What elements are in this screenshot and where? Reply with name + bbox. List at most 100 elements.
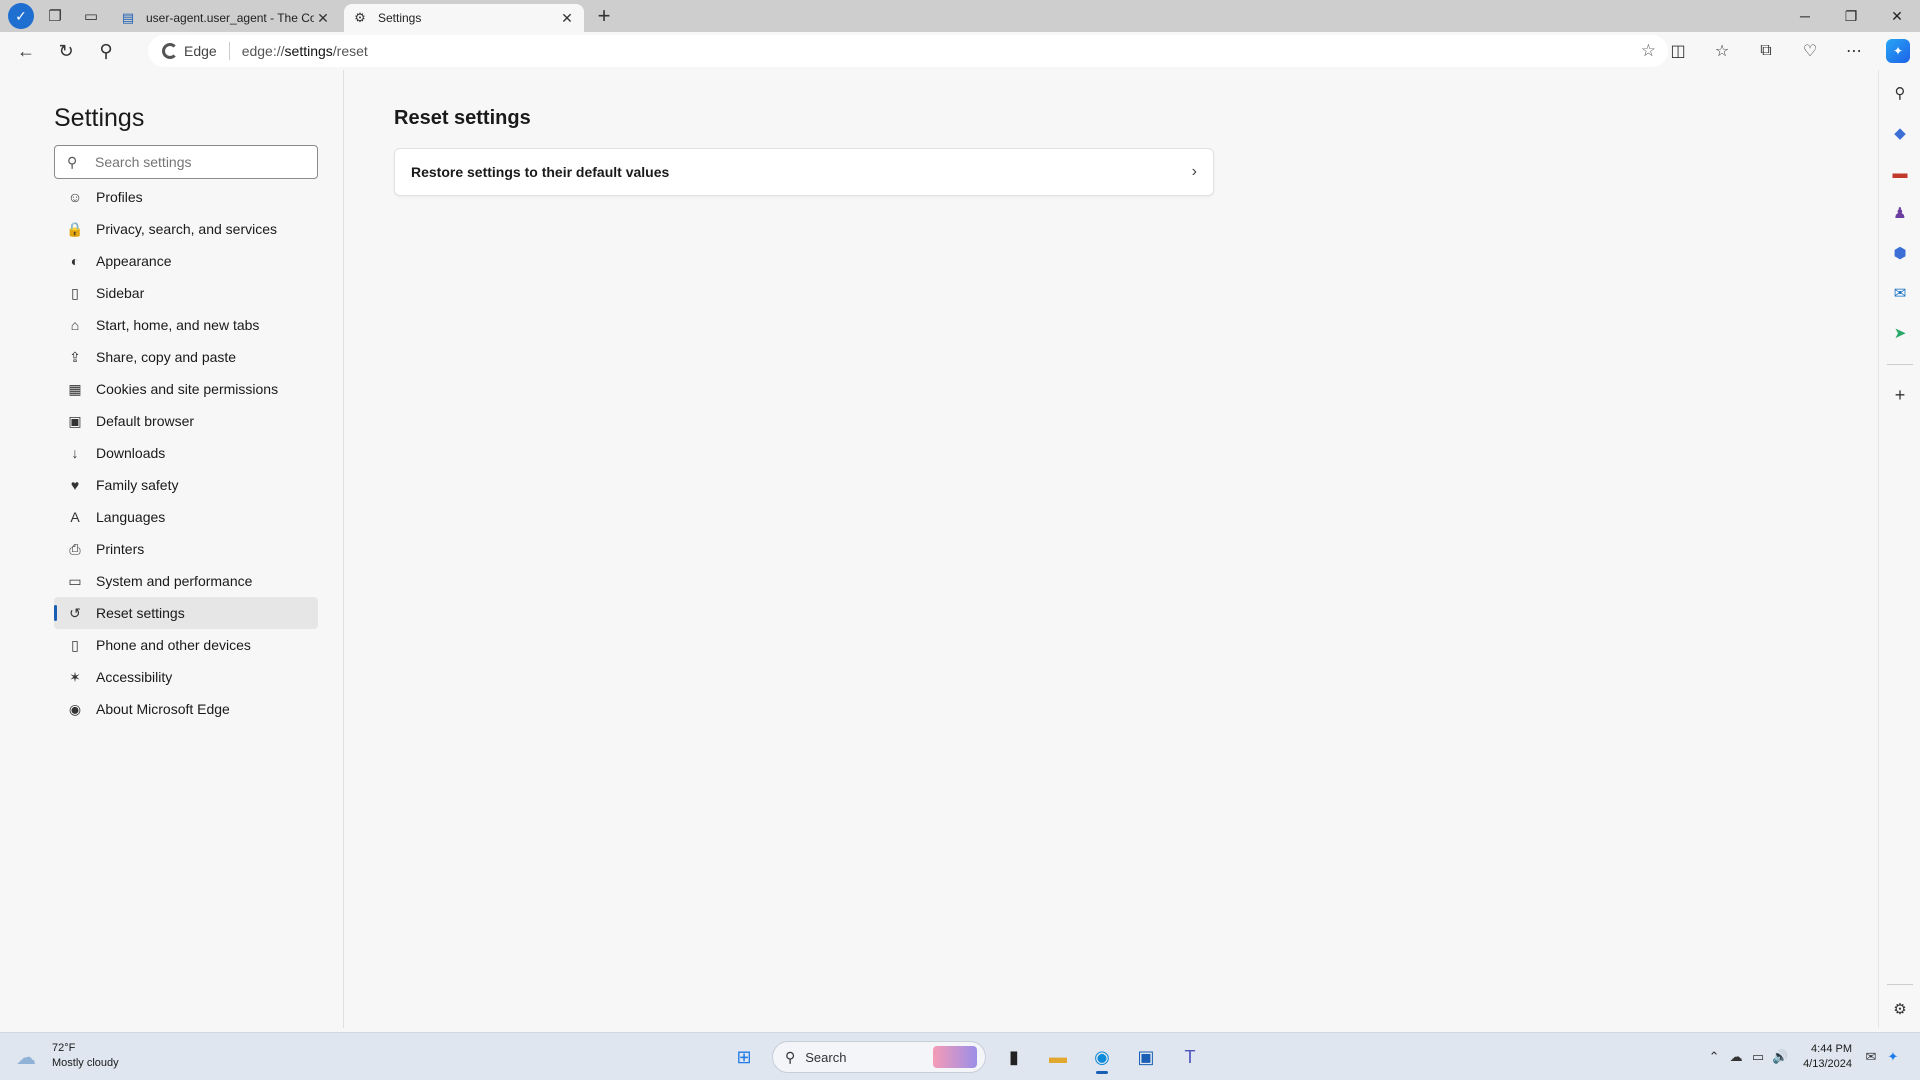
search-settings-field[interactable]: ⚲ xyxy=(54,145,318,179)
file-explorer-icon[interactable]: ▬ xyxy=(1038,1039,1078,1075)
sidebar-divider xyxy=(1887,364,1913,365)
search-settings-input[interactable] xyxy=(95,154,317,170)
copilot-icon[interactable]: ✦ xyxy=(1886,39,1910,63)
volume-icon[interactable]: 🔊 xyxy=(1769,1049,1791,1065)
more-options-icon[interactable]: ⋯ xyxy=(1832,35,1876,67)
microsoft-365-icon[interactable]: ⬢ xyxy=(1887,240,1913,266)
taskbar-search[interactable]: ⚲ Search xyxy=(772,1041,986,1073)
sidebar-icon: ▯ xyxy=(71,284,79,301)
address-bar[interactable]: Edge edge://settings/reset ☆ xyxy=(148,35,1668,67)
drop-icon[interactable]: ➤ xyxy=(1887,320,1913,346)
chevron-up-icon[interactable]: ⌃ xyxy=(1703,1049,1725,1065)
sidebar-item-printers[interactable]: ⎙ Printers xyxy=(54,533,318,565)
search-icon: ⚲ xyxy=(67,153,78,170)
sidebar-item-default-browser[interactable]: ▣ Default browser xyxy=(54,405,318,437)
sidebar-item-sidebar[interactable]: ▯ Sidebar xyxy=(54,277,318,309)
clock-date: 4/13/2024 xyxy=(1803,1058,1852,1070)
windows-taskbar: ☁ 72°F Mostly cloudy ⊞ ⚲ Search ▮ ▬ ◉ ▣ … xyxy=(0,1032,1920,1080)
settings-sidebar: Settings ⚲ ☺ Profiles 🔒 Privacy, search, an… xyxy=(4,70,344,1028)
sidebar-item-reset-settings[interactable]: ↺ Reset settings xyxy=(54,597,318,629)
browser-toolbar: ← ↻ ⚲ Edge edge://settings/reset ☆ ◫ ☆ ⧉… xyxy=(0,32,1920,70)
sidebar-item-label: About Microsoft Edge xyxy=(96,701,230,717)
lock-icon: 🔒 xyxy=(66,220,84,237)
edge-taskbar-icon[interactable]: ◉ xyxy=(1082,1039,1122,1075)
games-icon[interactable]: ♟ xyxy=(1887,200,1913,226)
shopping-tag-icon[interactable]: ◆ xyxy=(1887,120,1913,146)
restore-defaults-row[interactable]: Restore settings to their default values… xyxy=(394,148,1214,196)
clock-time: 4:44 PM xyxy=(1811,1043,1852,1055)
sidebar-item-share-copy-and-paste[interactable]: ⇪ Share, copy and paste xyxy=(54,341,318,373)
microsoft-store-icon[interactable]: ▣ xyxy=(1126,1039,1166,1075)
weather-desc: Mostly cloudy xyxy=(52,1057,119,1069)
favorites-icon[interactable]: ☆ xyxy=(1700,35,1744,67)
tab-settings[interactable]: ⚙ Settings ✕ xyxy=(344,4,584,32)
edge-chip-label: Edge xyxy=(184,43,217,59)
sidebar-item-phone-and-other-devices[interactable]: ▯ Phone and other devices xyxy=(54,629,318,661)
accessibility-icon: ✶ xyxy=(69,668,81,685)
sidebar-item-cookies-and-site-permissions[interactable]: ▦ Cookies and site permissions xyxy=(54,373,318,405)
edge-logo-icon: ◉ xyxy=(68,700,82,717)
tab-user-agent[interactable]: ▤ user-agent.user_agent - The Coll ✕ xyxy=(112,4,340,32)
copilot-tray-icon[interactable]: ✦ xyxy=(1882,1049,1904,1065)
new-tab-button[interactable]: + xyxy=(590,3,618,29)
url-text[interactable]: edge://settings/reset xyxy=(242,43,368,59)
network-icon[interactable]: ▭ xyxy=(1747,1049,1769,1065)
sidebar-item-start-home-and-new-tabs[interactable]: ⌂ Start, home, and new tabs xyxy=(54,309,318,341)
sidebar-item-label: Downloads xyxy=(96,445,166,461)
url-suffix: /reset xyxy=(332,43,368,59)
sidebar-item-family-safety[interactable]: ♥ Family safety xyxy=(54,469,318,501)
page-favicon-icon: ▤ xyxy=(121,10,135,25)
edge-logo-icon xyxy=(162,43,178,59)
main-content: Reset settings Restore settings to their… xyxy=(344,70,1876,1028)
download-icon: ↓ xyxy=(71,445,79,461)
clock[interactable]: 4:44 PM 4/13/2024 xyxy=(1803,1042,1852,1072)
search-icon[interactable]: ⚲ xyxy=(88,35,124,67)
minimize-icon[interactable]: ─ xyxy=(1782,0,1828,32)
sidebar-item-accessibility[interactable]: ✶ Accessibility xyxy=(54,661,318,693)
outlook-icon[interactable]: ✉ xyxy=(1887,280,1913,306)
sidebar-item-label: System and performance xyxy=(96,573,253,589)
workspaces-icon[interactable]: ❐ xyxy=(40,3,70,29)
close-tab-icon[interactable]: ✕ xyxy=(558,9,576,27)
browser-essentials-icon[interactable]: ♡ xyxy=(1788,35,1832,67)
settings-title: Settings xyxy=(54,104,145,132)
printer-icon: ⎙ xyxy=(69,540,81,557)
sidebar-item-system-and-performance[interactable]: ▭ System and performance xyxy=(54,565,318,597)
taskbar-search-label: Search xyxy=(805,1049,847,1065)
sidebar-item-label: Default browser xyxy=(96,413,195,429)
refresh-button[interactable]: ↻ xyxy=(48,35,84,67)
back-button[interactable]: ← xyxy=(8,35,44,67)
sidebar-item-appearance[interactable]: ◐ Appearance xyxy=(54,245,318,277)
sidebar-settings-gear-icon[interactable]: ⚙ xyxy=(1887,996,1913,1022)
profile-avatar-icon[interactable]: ✓ xyxy=(8,3,34,29)
add-icon[interactable]: + xyxy=(1887,382,1913,408)
notifications-icon[interactable]: ✉ xyxy=(1860,1049,1882,1065)
split-screen-icon[interactable]: ◫ xyxy=(1656,35,1700,67)
windows-start-icon[interactable]: ⊞ xyxy=(724,1039,764,1075)
onedrive-icon[interactable]: ☁ xyxy=(1725,1049,1747,1065)
teams-icon[interactable]: T xyxy=(1170,1039,1210,1075)
sidebar-item-downloads[interactable]: ↓ Downloads xyxy=(54,437,318,469)
sidebar-item-about-microsoft-edge[interactable]: ◉ About Microsoft Edge xyxy=(54,693,318,725)
toolbar-right: ◫ ☆ ⧉ ♡ ⋯ ✦ xyxy=(1656,32,1920,70)
tab-actions-icon[interactable]: ▭ xyxy=(76,3,106,29)
divider xyxy=(228,42,230,60)
edge-chip[interactable]: Edge xyxy=(162,43,217,59)
close-window-icon[interactable]: ✕ xyxy=(1874,0,1920,32)
favorite-star-icon[interactable]: ☆ xyxy=(1641,41,1656,61)
sidebar-item-languages[interactable]: A Languages xyxy=(54,501,318,533)
sidebar-item-label: Start, home, and new tabs xyxy=(96,317,260,333)
search-icon[interactable]: ⚲ xyxy=(1887,80,1913,106)
sidebar-item-profiles[interactable]: ☺ Profiles xyxy=(54,181,318,213)
weather-widget[interactable]: ☁ 72°F Mostly cloudy xyxy=(16,1041,119,1071)
sidebar-item-label: Privacy, search, and services xyxy=(96,221,278,237)
collections-icon[interactable]: ⧉ xyxy=(1744,35,1788,67)
close-tab-icon[interactable]: ✕ xyxy=(314,9,332,27)
share-icon: ⇪ xyxy=(69,348,81,365)
restore-icon[interactable]: ❐ xyxy=(1828,0,1874,32)
system-icon: ▭ xyxy=(68,572,82,589)
tools-icon[interactable]: ▬ xyxy=(1887,160,1913,186)
url-path: settings xyxy=(284,43,333,59)
task-view-icon[interactable]: ▮ xyxy=(994,1039,1034,1075)
sidebar-item-privacy-search-and-services[interactable]: 🔒 Privacy, search, and services xyxy=(54,213,318,245)
